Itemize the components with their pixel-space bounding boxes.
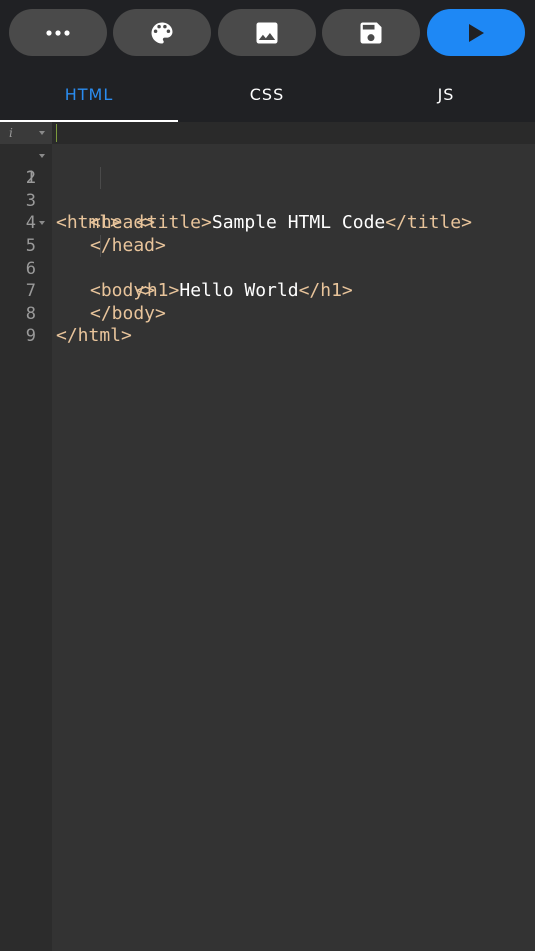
fold-arrow-icon[interactable] — [39, 153, 45, 158]
tab-css[interactable]: CSS — [178, 66, 356, 122]
code-line: 2 <head> — [0, 145, 535, 233]
code-line: 9 — [0, 303, 535, 346]
code-line: 7 </body> — [0, 258, 535, 324]
palette-icon — [148, 19, 176, 47]
line-number: 9 — [25, 326, 36, 347]
fold-arrow-icon[interactable] — [39, 221, 45, 226]
floppy-disk-icon — [357, 19, 385, 47]
code-editor-app: HTML CSS JS i 1 <html> 2 <head> 3 <title… — [0, 0, 535, 951]
run-button[interactable] — [427, 9, 525, 56]
code-text: </html> — [56, 325, 132, 347]
code-line: i 1 <html> — [0, 122, 535, 233]
code-editor[interactable]: i 1 <html> 2 <head> 3 <title>Sample HTML… — [0, 122, 535, 951]
image-button[interactable] — [218, 9, 316, 56]
text-cursor — [56, 124, 57, 142]
code-line: 5 <body> — [0, 212, 535, 301]
theme-button[interactable] — [113, 9, 211, 56]
tab-html[interactable]: HTML — [0, 66, 178, 122]
code-line: 8 </html> — [0, 280, 535, 347]
language-tabs: HTML CSS JS — [0, 66, 535, 122]
save-button[interactable] — [322, 9, 420, 56]
tab-label: HTML — [64, 84, 114, 104]
tab-label: CSS — [249, 84, 285, 104]
more-dots-icon — [45, 29, 71, 37]
code-line: 6 <h1>Hello World</h1> — [0, 235, 535, 302]
info-icon: i — [9, 126, 13, 140]
fold-arrow-icon[interactable] — [39, 131, 45, 135]
tab-js[interactable]: JS — [357, 66, 535, 122]
toolbar — [0, 0, 535, 66]
image-icon — [253, 19, 281, 47]
more-button[interactable] — [9, 9, 107, 56]
code-line: 3 <title>Sample HTML Code</title> — [0, 167, 535, 234]
code-line: 4 </head> — [0, 190, 535, 256]
play-icon — [466, 22, 486, 44]
tab-label: JS — [437, 84, 455, 104]
